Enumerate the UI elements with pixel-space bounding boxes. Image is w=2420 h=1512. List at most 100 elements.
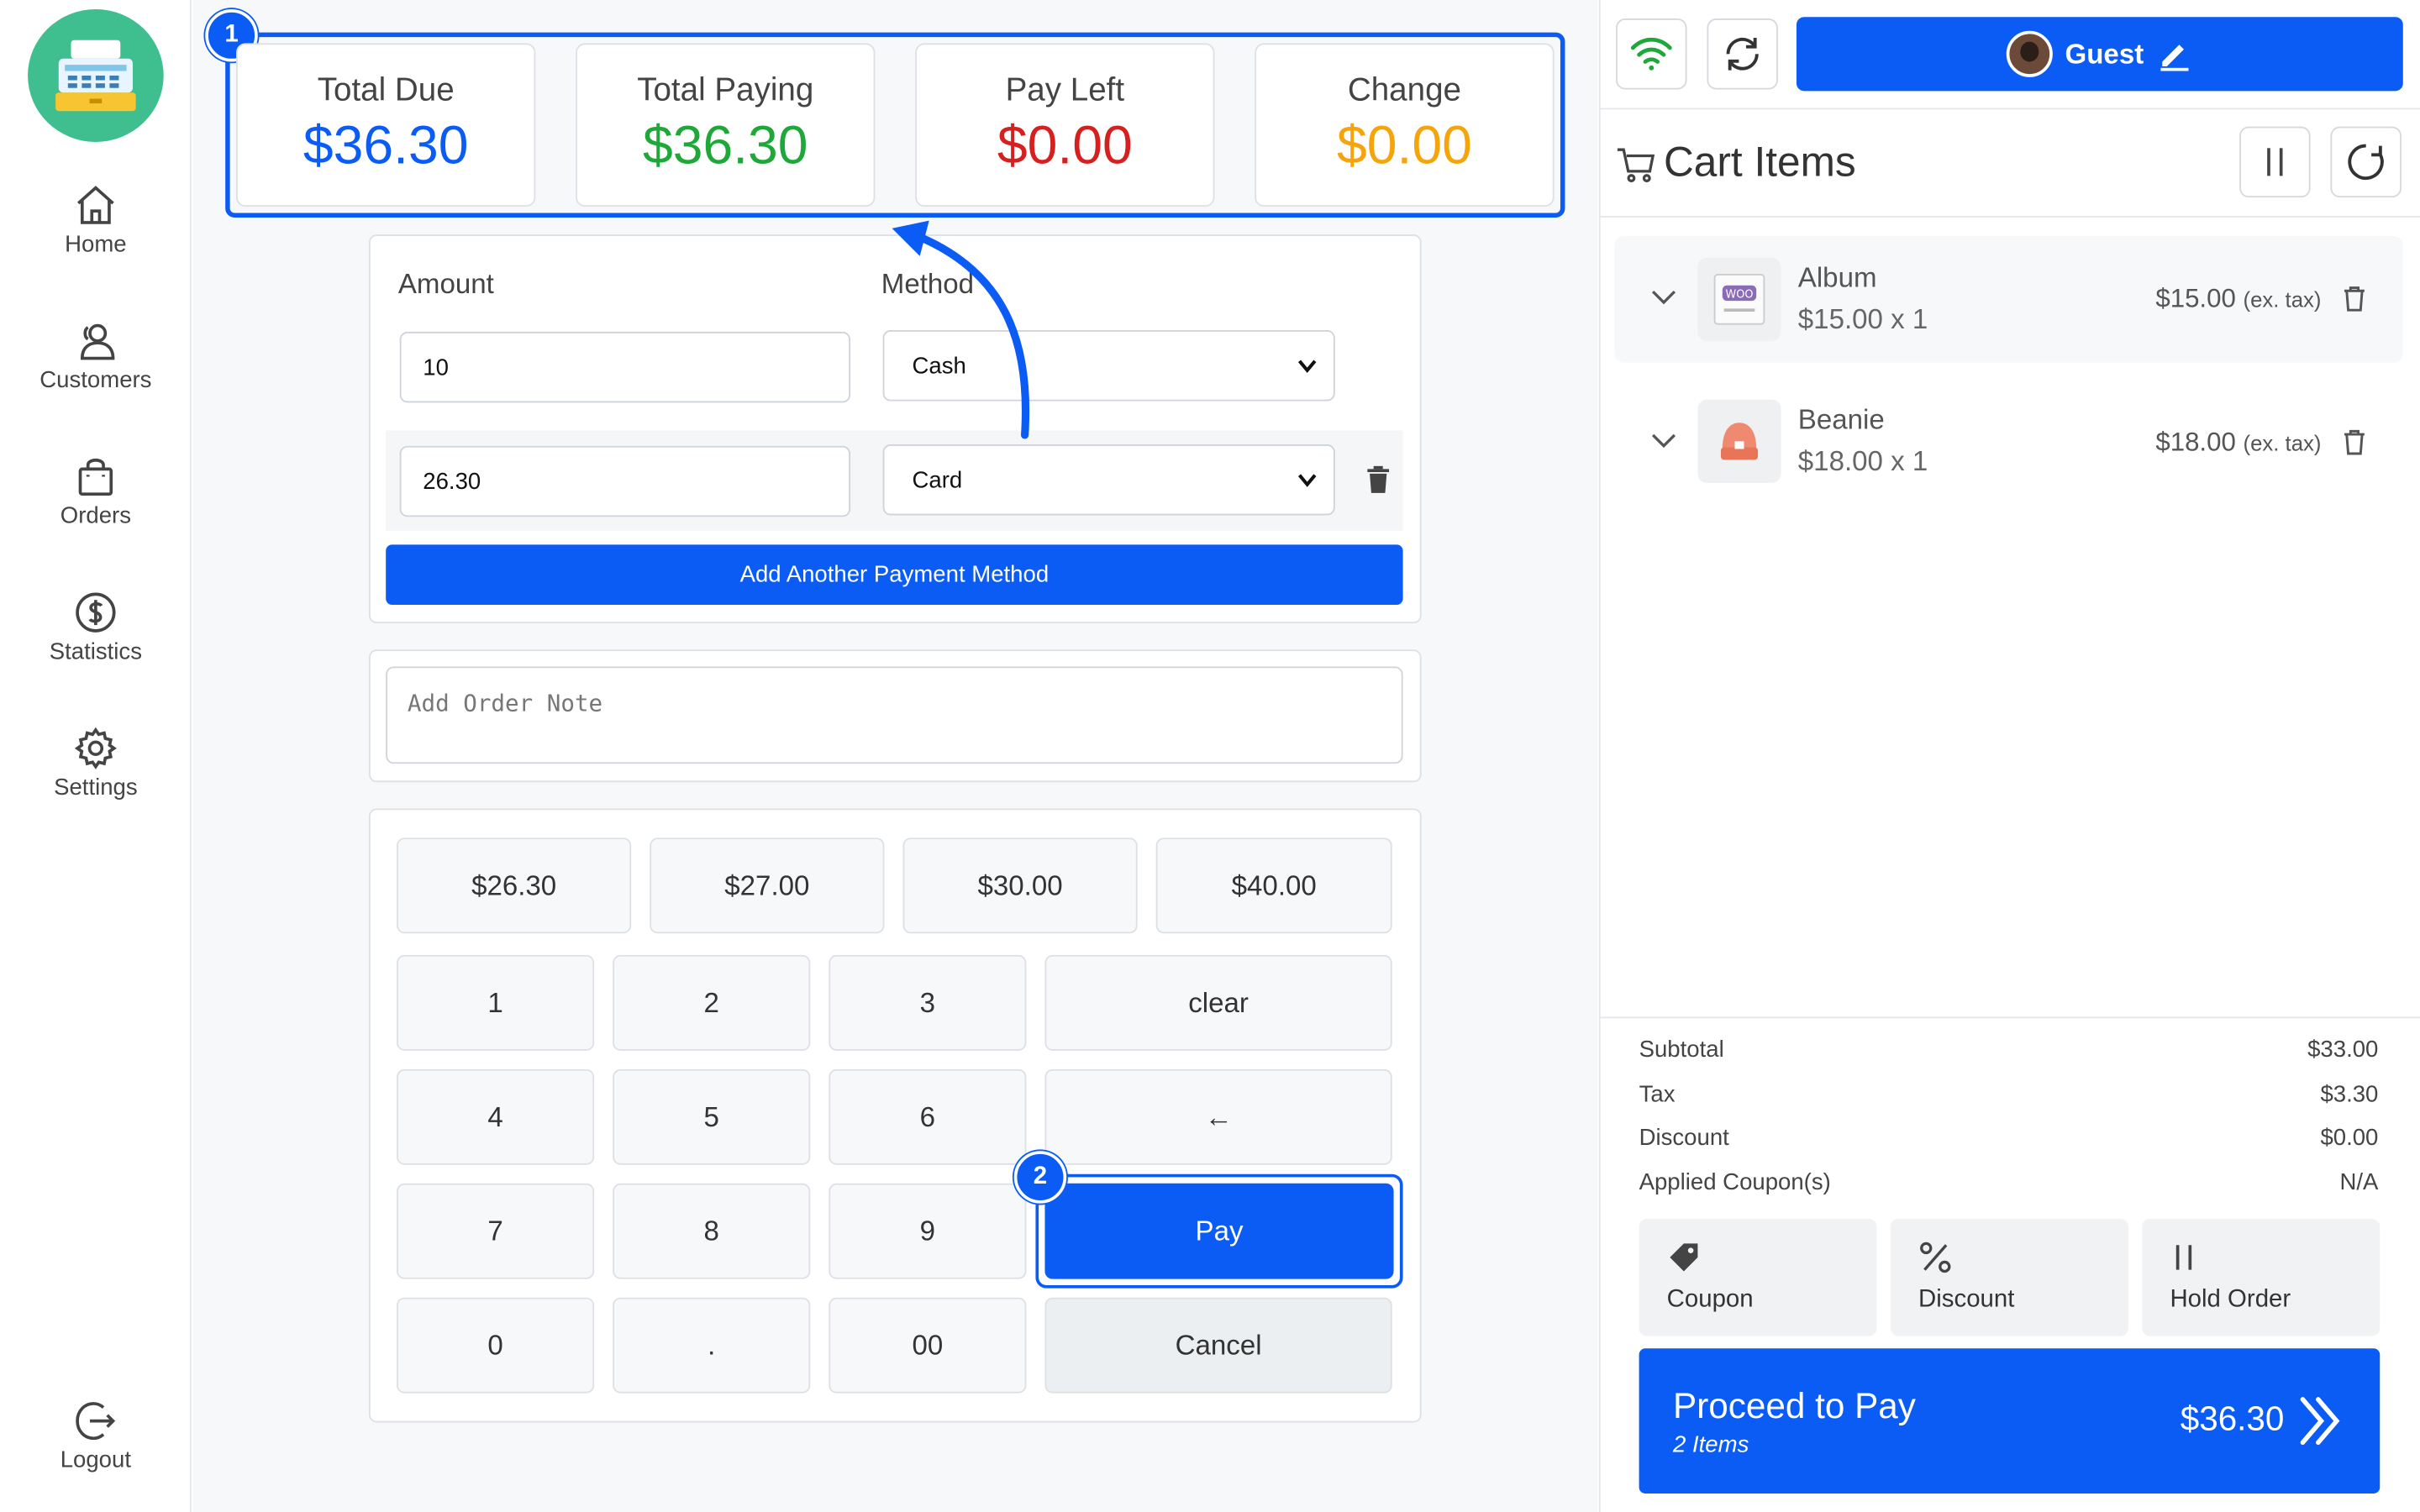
reset-icon [2348,144,2384,181]
total-due-label: Total Due [317,72,455,108]
pay-left-card: Pay Left $0.00 [915,43,1215,207]
discount-label: Discount [1918,1286,2015,1314]
pay-left-value: $0.00 [997,115,1133,176]
pay-button[interactable]: Pay [1044,1183,1394,1279]
subtotal-value: $33.00 [2307,1037,2379,1063]
sidebar-item-label: Orders [60,502,131,529]
sidebar-item-customers[interactable]: Customers [0,318,192,393]
sidebar-item-settings[interactable]: Settings [0,725,192,801]
amount-input-2[interactable]: 26.30 [399,445,851,517]
proceed-items-count: 2 Items [1673,1431,1749,1458]
keypad-digit-0[interactable]: 0 [397,1297,595,1394]
refresh-icon [1726,37,1759,71]
total-due-value: $36.30 [302,115,469,176]
chevron-down-icon[interactable] [1649,430,1677,452]
quick-amount-button[interactable]: $27.00 [650,837,885,934]
cart-item-price: $18.00 (ex. tax) [2114,428,2321,459]
amount-input-1[interactable]: 10 [399,331,851,403]
sidebar-item-label: Settings [54,774,138,801]
sidebar: Home Customers Orders Statistics Setting… [0,0,192,1512]
change-label: Change [1347,72,1461,108]
step-badge-2: 2 [1013,1151,1067,1204]
order-note-input[interactable]: Add Order Note [386,666,1403,764]
sidebar-item-label: Customers [39,367,152,394]
change-value: $0.00 [1336,115,1472,176]
keypad-digit-9[interactable]: 9 [829,1183,1027,1279]
divider [1598,108,2420,110]
svg-text:WOO: WOO [1726,288,1754,301]
quick-amount-button[interactable]: $30.00 [902,837,1138,934]
trash-icon[interactable] [1366,465,1391,494]
woo-album-icon: WOO [1713,274,1765,325]
customers-icon [80,323,115,360]
coupon-button[interactable]: Coupon [1639,1219,1877,1336]
double-chevron-right-icon [2300,1397,2340,1446]
cart-item-quantity: $18.00 x 1 [1797,445,1928,477]
sidebar-item-home[interactable]: Home [0,182,192,258]
album-thumbnail: WOO [1697,257,1781,341]
keypad-backspace-button[interactable]: ← [1044,1068,1392,1165]
proceed-label: Proceed to Pay [1673,1385,1916,1426]
discount-button[interactable]: Discount [1890,1219,2128,1336]
proceed-amount: $36.30 [2180,1399,2285,1438]
sync-button[interactable] [1707,18,1778,90]
keypad-digit-5[interactable]: 5 [613,1068,811,1165]
tax-note: (ex. tax) [2243,286,2322,312]
cash-register-icon [55,39,136,112]
cart-icon [1617,148,1655,183]
guest-label: Guest [2065,37,2144,69]
amount-label: Amount [397,268,494,300]
keypad-digit-2[interactable]: 2 [613,954,811,1051]
chevron-down-icon [1297,360,1317,373]
hold-cart-button[interactable] [2239,126,2311,198]
cancel-button[interactable]: Cancel [1044,1297,1392,1394]
tax-label: Tax [1639,1081,1676,1108]
cart-title: Cart Items [1663,139,1856,186]
total-paying-value: $36.30 [642,115,808,176]
dollar-circle-icon [76,592,116,633]
quick-amount-button[interactable]: $26.30 [397,837,632,934]
sidebar-item-label: Home [65,231,127,258]
keypad-digit-8[interactable]: 8 [613,1183,811,1279]
trash-icon[interactable] [2343,286,2366,312]
subtotal-label: Subtotal [1639,1037,1724,1063]
tax-note: (ex. tax) [2243,430,2322,455]
coupons-label: Applied Coupon(s) [1639,1169,1831,1196]
home-icon [76,186,114,224]
total-due-card: Total Due $36.30 [236,43,536,207]
cart-item-price: $15.00 (ex. tax) [2114,284,2321,315]
coupons-value: N/A [2339,1169,2379,1196]
keypad-decimal[interactable]: . [613,1297,811,1394]
keypad-digit-4[interactable]: 4 [397,1068,595,1165]
keypad-clear-button[interactable]: clear [1044,954,1392,1051]
keypad-double-zero[interactable]: 00 [829,1297,1027,1394]
cart-item-quantity: $15.00 x 1 [1797,303,1928,335]
reset-cart-button[interactable] [2330,126,2402,198]
total-paying-card: Total Paying $36.30 [576,43,876,207]
chevron-down-icon[interactable] [1649,287,1677,309]
annotation-arrow [892,220,1030,439]
pause-icon [2175,1245,2192,1270]
add-payment-method-button[interactable]: Add Another Payment Method [386,544,1403,605]
proceed-to-pay-button[interactable]: Proceed to Pay 2 Items $36.30 [1639,1348,2381,1494]
quick-amount-button[interactable]: $40.00 [1155,837,1392,934]
pencil-icon [2160,45,2189,71]
logo[interactable] [28,9,164,142]
hold-order-button[interactable]: Hold Order [2142,1219,2381,1336]
keypad-digit-1[interactable]: 1 [397,954,595,1051]
logout-button[interactable]: Logout [0,1398,192,1473]
customer-selector-button[interactable]: Guest [1796,17,2403,92]
keypad-digit-7[interactable]: 7 [397,1183,595,1279]
trash-icon[interactable] [2343,429,2366,455]
method-select-2[interactable]: Card [882,444,1335,516]
keypad-digit-3[interactable]: 3 [829,954,1027,1051]
connection-button[interactable] [1616,18,1687,90]
percent-icon [1920,1242,1951,1273]
pause-icon [2267,148,2283,176]
total-paying-label: Total Paying [637,72,814,108]
sidebar-item-orders[interactable]: Orders [0,454,192,529]
keypad-digit-6[interactable]: 6 [829,1068,1027,1165]
cart-item-name: Beanie [1797,404,1885,435]
beanie-thumbnail [1697,399,1781,483]
sidebar-item-statistics[interactable]: Statistics [0,590,192,665]
